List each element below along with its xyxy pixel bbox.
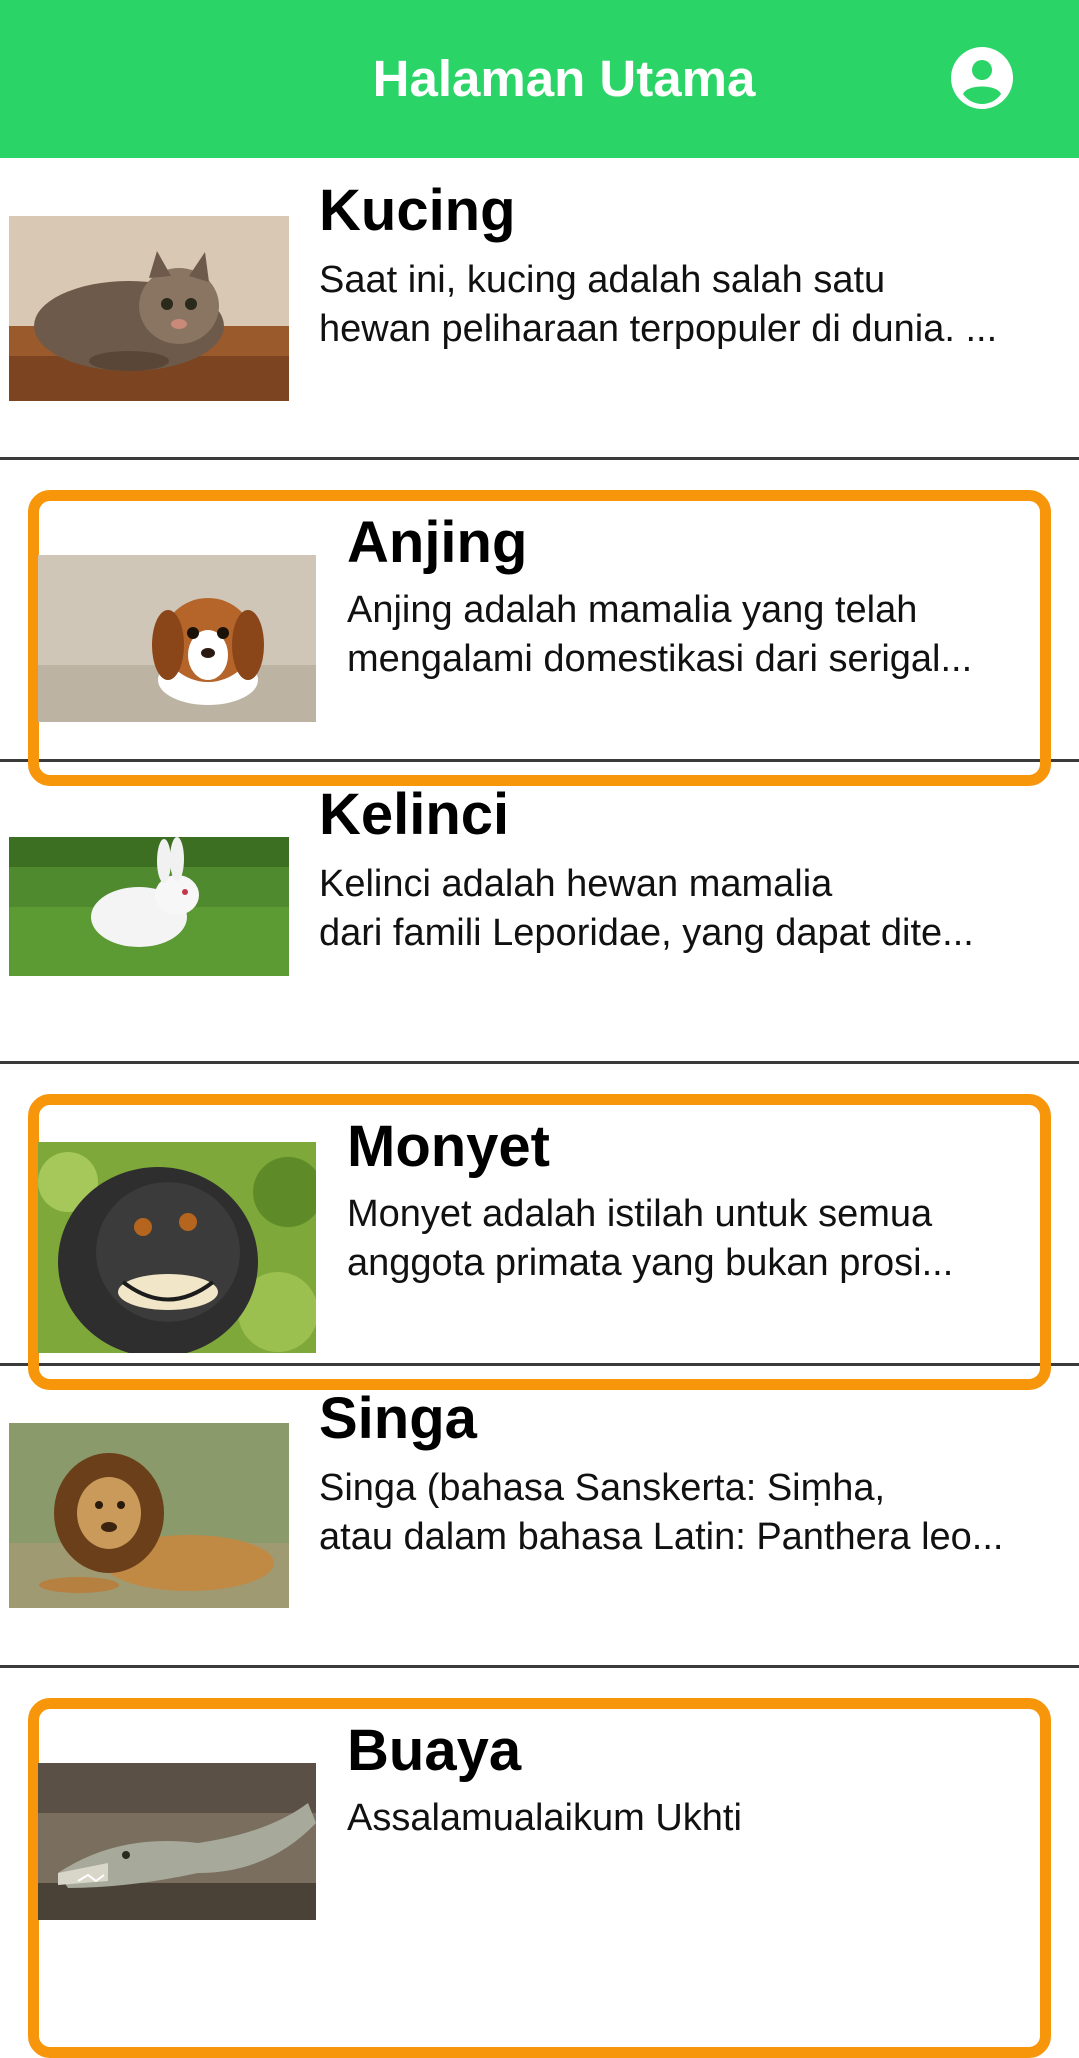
list-item-monyet[interactable]: Monyet Monyet adalah istilah untuk semua… [0,1064,1079,1390]
list-item-singa[interactable]: Singa Singa (bahasa Sanskerta: Siṃha, at… [0,1366,1079,1668]
item-description-line1: Assalamualaikum Ukhti [347,1797,742,1839]
item-title: Anjing [347,510,528,575]
item-description-line2: atau dalam bahasa Latin: Panthera leo... [319,1516,1004,1558]
list-item-kucing[interactable]: Kucing Saat ini, kucing adalah salah sat… [0,158,1079,460]
lion-photo [9,1423,289,1608]
monkey-photo [38,1142,316,1353]
item-title: Kucing [319,178,516,243]
page-title: Halaman Utama [372,50,756,107]
list-item-anjing[interactable]: Anjing Anjing adalah mamalia yang telah … [0,460,1079,786]
cat-photo [9,216,289,401]
list-item-kelinci[interactable]: Kelinci Kelinci adalah hewan mamalia dar… [0,762,1079,1064]
crocodile-photo [38,1763,316,1920]
item-title: Kelinci [319,782,510,847]
item-description-line2: dari famili Leporidae, yang dapat dite..… [319,912,974,954]
item-title: Singa [319,1386,477,1451]
item-description-line2: anggota primata yang bukan prosi... [347,1242,954,1284]
app-bar: Halaman Utama [0,0,1079,158]
account-circle-icon[interactable] [950,46,1014,110]
item-description-line1: Monyet adalah istilah untuk semua [347,1193,933,1235]
list-item-buaya[interactable]: Buaya Assalamualaikum Ukhti [0,1668,1079,2058]
item-description-line1: Singa (bahasa Sanskerta: Siṃha, [319,1467,886,1509]
dog-photo [38,555,316,722]
item-description-line2: hewan peliharaan terpopuler di dunia. ..… [319,308,998,350]
item-description-line1: Anjing adalah mamalia yang telah [347,589,918,631]
item-title: Buaya [347,1718,522,1783]
rabbit-photo [9,837,289,976]
item-description-line2: mengalami domestikasi dari serigal... [347,638,973,680]
item-title: Monyet [347,1114,550,1179]
item-description-line1: Saat ini, kucing adalah salah satu [319,259,886,301]
item-description-line1: Kelinci adalah hewan mamalia [319,863,833,905]
